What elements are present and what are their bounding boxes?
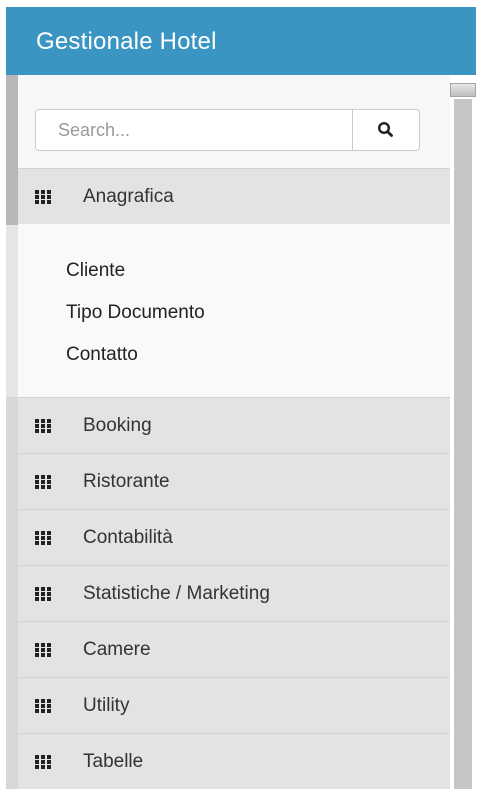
menu-item-utility[interactable]: Utility [18,677,450,733]
submenu-item-cliente[interactable]: Cliente [66,260,125,282]
left-border-strip [6,75,18,789]
search-input[interactable] [36,110,352,150]
grid-icon [35,530,51,545]
menu-item-label: Ristorante [83,470,170,492]
app-header: Gestionale Hotel [6,7,476,75]
menu-item-anagrafica[interactable]: Anagrafica [18,168,450,224]
menu-item-booking[interactable]: Booking [18,397,450,453]
app-title: Gestionale Hotel [36,28,217,55]
menu-item-contabilita[interactable]: Contabilità [18,509,450,565]
menu-item-label: Statistiche / Marketing [83,582,270,604]
menu-item-label: Contabilità [83,526,173,548]
scroll-up-button[interactable] [450,83,476,97]
menu-item-ristorante[interactable]: Ristorante [18,453,450,509]
menu-item-tabelle[interactable]: Tabelle [18,733,450,789]
grid-icon [35,189,51,204]
grid-icon [35,474,51,489]
submenu-anagrafica: Cliente Tipo Documento Contatto [18,224,450,397]
search-box [35,109,420,151]
grid-icon [35,698,51,713]
grid-icon [35,754,51,769]
menu-item-label: Tabelle [83,750,144,772]
menu-item-camere[interactable]: Camere [18,621,450,677]
grid-icon [35,586,51,601]
menu-item-label: Camere [83,638,151,660]
menu-item-label: Booking [83,414,152,436]
vertical-scrollbar[interactable] [450,75,476,789]
menu-item-label: Utility [83,694,130,716]
submenu-item-contatto[interactable]: Contatto [66,344,138,366]
search-button[interactable] [352,110,419,150]
submenu-item-tipo-documento[interactable]: Tipo Documento [66,302,205,324]
grid-icon [35,418,51,433]
search-icon [377,121,393,137]
scroll-thumb[interactable] [454,99,472,789]
menu-item-label: Anagrafica [83,185,174,207]
menu-item-statistiche-marketing[interactable]: Statistiche / Marketing [18,565,450,621]
grid-icon [35,642,51,657]
